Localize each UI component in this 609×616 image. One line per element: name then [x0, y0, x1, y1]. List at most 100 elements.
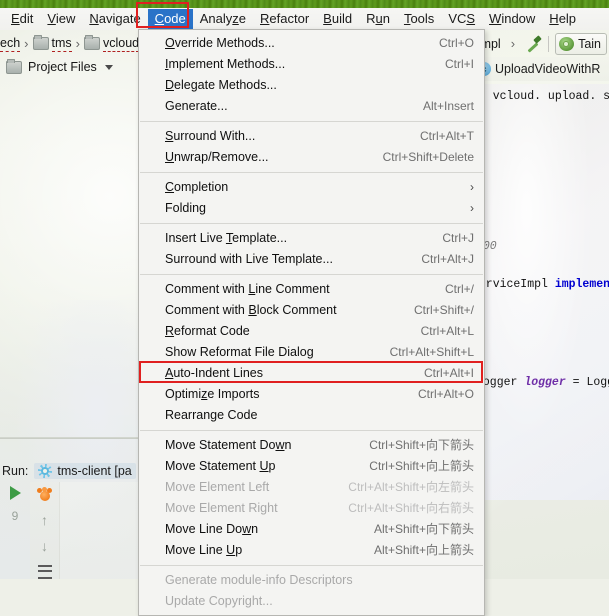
menubar-item-analyze[interactable]: Analyze: [193, 9, 253, 29]
menu-item-shortcut: Ctrl+Alt+Shift+向左箭头: [348, 480, 474, 494]
menu-item-shortcut: Ctrl+O: [438, 36, 474, 50]
run-console-output: [59, 482, 138, 579]
menu-item-move-statement-up[interactable]: Move Statement Up Ctrl+Shift+向上箭头: [139, 456, 484, 477]
menubar-item-view[interactable]: View: [40, 9, 82, 29]
tool-window-divider: [0, 437, 138, 439]
run-tool-window[interactable]: Run: tms-client [pa 9 ↑ ↓: [0, 437, 138, 579]
editor-background: [472, 84, 609, 500]
menubar-item-window[interactable]: Window: [482, 9, 542, 29]
code-logger-line: Logger logger = Logge: [476, 376, 609, 389]
menu-item-label: Implement Methods...: [165, 57, 286, 71]
menubar-item-navigate[interactable]: Navigate: [82, 9, 147, 29]
menubar-item-edit[interactable]: Edit: [4, 9, 40, 29]
menu-item-comment-with-line-comment[interactable]: Comment with Line Comment Ctrl+/: [139, 279, 484, 300]
menu-separator: [140, 565, 483, 566]
soft-wrap-icon[interactable]: [37, 565, 52, 579]
menu-item-folding[interactable]: Folding ›: [139, 198, 484, 219]
breadcrumb-item-2[interactable]: vcloud: [83, 35, 140, 52]
menu-separator: [140, 172, 483, 173]
run-gutter[interactable]: 9: [0, 482, 30, 579]
menubar-item-refactor[interactable]: Refactor: [253, 9, 316, 29]
menu-item-shortcut: Alt+Shift+向下箭头: [373, 522, 474, 536]
main-menu-bar[interactable]: Edit View Navigate Code Analyze Refactor Build…: [0, 8, 609, 30]
breadcrumb-label-0: ech: [0, 35, 21, 52]
menu-item-move-line-up[interactable]: Move Line Up Alt+Shift+向上箭头: [139, 540, 484, 561]
project-files-tab[interactable]: Project Files: [6, 58, 113, 74]
menubar-item-code[interactable]: Code: [147, 9, 193, 29]
menu-item-implement-methods[interactable]: Implement Methods... Ctrl+I: [139, 54, 484, 75]
code-logger-assign: = Logge: [572, 376, 609, 389]
menu-item-surround-with-live-template[interactable]: Surround with Live Template... Ctrl+Alt+J: [139, 249, 484, 270]
menu-item-reformat-code[interactable]: Reformat Code Ctrl+Alt+L: [139, 321, 484, 342]
menu-item-label: Move Element Left: [165, 480, 270, 494]
menu-item-label: Move Statement Up: [165, 459, 276, 473]
menu-item-insert-live-template[interactable]: Insert Live Template... Ctrl+J: [139, 228, 484, 249]
breadcrumb-item-1[interactable]: tms: [32, 35, 73, 52]
run-console-toolbar[interactable]: ↑ ↓: [30, 482, 60, 579]
menu-item-shortcut: Ctrl+Alt+Shift+L: [389, 345, 474, 359]
menu-item-shortcut: Ctrl+Shift+向下箭头: [369, 438, 474, 452]
menu-item-label: Reformat Code: [165, 324, 250, 338]
run-tab-strip[interactable]: Run: tms-client [pa: [0, 460, 138, 482]
build-hammer-icon[interactable]: [524, 35, 542, 53]
gear-icon: [38, 464, 53, 478]
menu-item-label: Rearrange Code: [165, 408, 258, 422]
window-title-strip: [0, 0, 609, 8]
run-tab-tms-client[interactable]: tms-client [pa: [34, 463, 136, 479]
menu-item-shortcut: Alt+Shift+向上箭头: [373, 543, 474, 557]
menu-item-shortcut: Ctrl+Shift+向上箭头: [369, 459, 474, 473]
chevron-right-icon: ›: [470, 201, 474, 215]
code-dropdown-menu[interactable]: Override Methods... Ctrl+O Implement Metho…: [138, 29, 485, 616]
class-breadcrumb-bar[interactable]: c UploadVideoWithR: [470, 57, 609, 81]
menubar-item-run[interactable]: Run: [359, 9, 397, 29]
menubar-item-tools[interactable]: Tools: [397, 9, 441, 29]
menu-item-move-statement-down[interactable]: Move Statement Down Ctrl+Shift+向下箭头: [139, 435, 484, 456]
folder-icon: [83, 35, 100, 50]
menu-item-auto-indent-lines[interactable]: Auto-Indent Lines Ctrl+Alt+I: [139, 363, 484, 384]
project-files-label: Project Files: [28, 60, 97, 74]
menu-item-label: Surround With...: [165, 129, 256, 143]
menu-item-move-line-down[interactable]: Move Line Down Alt+Shift+向下箭头: [139, 519, 484, 540]
menu-item-optimize-imports[interactable]: Optimize Imports Ctrl+Alt+O: [139, 384, 484, 405]
menu-item-generate[interactable]: Generate... Alt+Insert: [139, 96, 484, 117]
menu-item-label: Surround with Live Template...: [165, 252, 333, 266]
menu-item-shortcut: Ctrl+Alt+Shift+向右箭头: [348, 501, 474, 515]
gutter-line-number: 9: [11, 509, 19, 523]
folder-icon: [6, 58, 22, 74]
run-configuration-selector[interactable]: Tain: [555, 32, 607, 55]
menu-item-delegate-methods[interactable]: Delegate Methods...: [139, 75, 484, 96]
menu-item-shortcut: Ctrl+I: [444, 57, 474, 71]
toolbar-divider: [548, 35, 550, 52]
menu-item-unwrap-remove[interactable]: Unwrap/Remove... Ctrl+Shift+Delete: [139, 147, 484, 168]
menu-item-comment-with-block-comment[interactable]: Comment with Block Comment Ctrl+Shift+/: [139, 300, 484, 321]
menu-item-shortcut: Ctrl+Shift+Delete: [382, 150, 474, 164]
menu-item-surround-with[interactable]: Surround With... Ctrl+Alt+T: [139, 126, 484, 147]
menu-item-label: Comment with Line Comment: [165, 282, 330, 296]
arrow-up-icon[interactable]: ↑: [39, 513, 51, 527]
menu-item-show-reformat-file-dialog[interactable]: Show Reformat File Dialog Ctrl+Alt+Shift+…: [139, 342, 484, 363]
menu-item-label: Generate...: [165, 99, 228, 113]
code-logger-field: logger: [524, 376, 566, 389]
menubar-item-help[interactable]: Help: [542, 9, 583, 29]
breadcrumb-separator: ›: [510, 36, 516, 51]
menu-item-move-element-left: Move Element Left Ctrl+Alt+Shift+向左箭头: [139, 477, 484, 498]
menu-item-label: Move Element Right: [165, 501, 278, 515]
menu-item-shortcut: Ctrl+Shift+/: [413, 303, 474, 317]
menu-item-rearrange-code[interactable]: Rearrange Code: [139, 405, 484, 426]
menu-item-completion[interactable]: Completion ›: [139, 177, 484, 198]
menu-item-override-methods[interactable]: Override Methods... Ctrl+O: [139, 33, 484, 54]
breadcrumb-separator: ›: [24, 36, 29, 51]
menu-item-label: Folding: [165, 201, 206, 215]
menu-separator: [140, 121, 483, 122]
bug-icon[interactable]: [36, 488, 53, 502]
menu-item-label: Generate module-info Descriptors: [165, 573, 353, 587]
menu-item-update-copyright: Update Copyright...: [139, 591, 484, 612]
chevron-down-icon[interactable]: [104, 64, 113, 70]
menu-item-label: Comment with Block Comment: [165, 303, 337, 317]
menu-item-generate-module-info-descriptors: Generate module-info Descriptors: [139, 570, 484, 591]
rerun-play-icon[interactable]: [9, 486, 21, 500]
menubar-item-build[interactable]: Build: [316, 9, 359, 29]
arrow-down-icon[interactable]: ↓: [39, 539, 51, 553]
menubar-item-vcs[interactable]: VCS: [441, 9, 482, 29]
breadcrumb-item-0[interactable]: ech: [0, 36, 21, 52]
